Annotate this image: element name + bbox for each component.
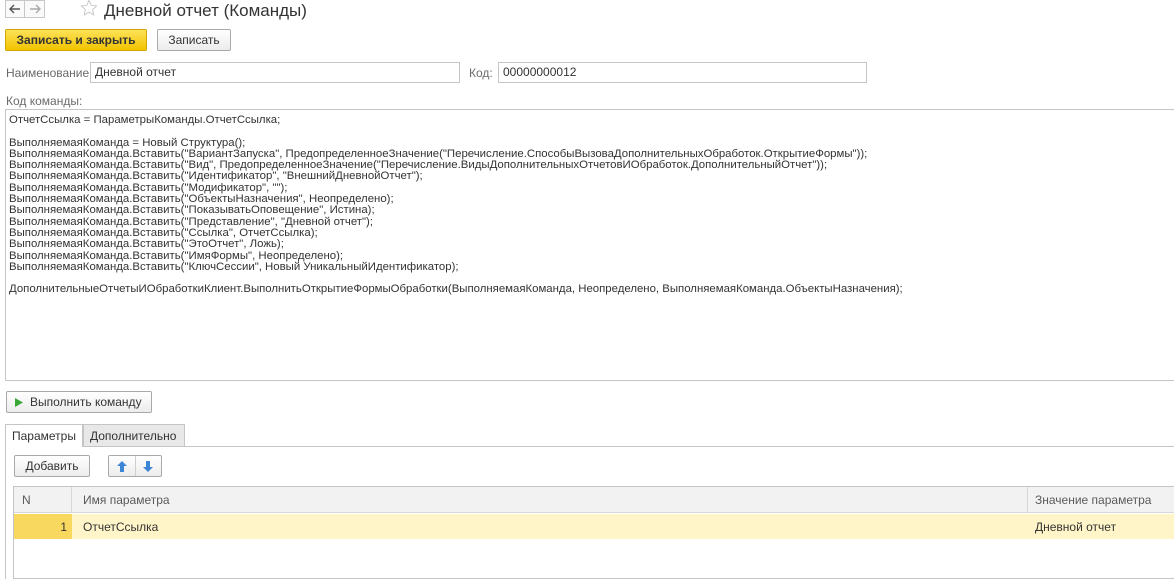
move-up-button[interactable] [109, 456, 136, 476]
page-title: Дневной отчет (Команды) [104, 1, 307, 20]
code-line: ДополнительныеОтчетыИОбработкиКлиент.Вып… [9, 283, 903, 296]
tab-panel-border [5, 446, 6, 579]
name-label: Наименование: [6, 66, 93, 80]
run-command-button[interactable]: Выполнить команду [6, 391, 152, 413]
column-header-value[interactable]: Значение параметра [1028, 487, 1174, 513]
save-button[interactable]: Записать [157, 29, 231, 51]
forward-button[interactable] [25, 0, 45, 18]
code-line: ВыполняемаяКоманда.Вставить("ПоказыватьО… [9, 204, 375, 217]
back-button[interactable] [5, 0, 25, 18]
arrow-right-icon [29, 4, 41, 14]
parameters-table: N Имя параметра Значение параметра 1 Отч… [13, 486, 1174, 579]
name-field[interactable]: Дневной отчет [90, 62, 460, 83]
column-header-n[interactable]: N [14, 487, 72, 513]
arrow-left-icon [9, 4, 20, 14]
table-cell-name[interactable]: ОтчетСсылка [72, 514, 1028, 539]
code-line: ВыполняемаяКоманда.Вставить("КлючСессии"… [9, 260, 459, 273]
tab-parameters[interactable]: Параметры [5, 424, 83, 447]
code-line: ВыполняемаяКоманда.Вставить("ЭтоОтчет", … [9, 238, 284, 251]
add-parameter-button[interactable]: Добавить [14, 455, 90, 477]
move-buttons-group [108, 455, 162, 477]
run-command-label: Выполнить команду [30, 395, 142, 409]
tab-additional[interactable]: Дополнительно [83, 424, 185, 447]
code-line: ОтчетСсылка = ПараметрыКоманды.ОтчетСсыл… [9, 114, 281, 126]
move-down-button[interactable] [136, 456, 162, 476]
tab-divider [185, 446, 1174, 447]
command-code-label: Код команды: [6, 94, 83, 108]
column-header-name[interactable]: Имя параметра [72, 487, 1028, 513]
arrow-up-icon [116, 460, 127, 472]
play-icon [15, 397, 23, 407]
arrow-down-icon [143, 460, 154, 472]
code-label: Код: [469, 66, 493, 80]
table-cell-n[interactable]: 1 [14, 514, 72, 539]
command-code-editor[interactable]: ОтчетСсылка = ПараметрыКоманды.ОтчетСсыл… [5, 109, 1174, 381]
code-field[interactable]: 00000000012 [498, 62, 867, 83]
save-and-close-button[interactable]: Записать и закрыть [5, 29, 147, 51]
star-icon[interactable] [80, 0, 98, 17]
table-cell-value[interactable]: Дневной отчет [1028, 514, 1174, 539]
